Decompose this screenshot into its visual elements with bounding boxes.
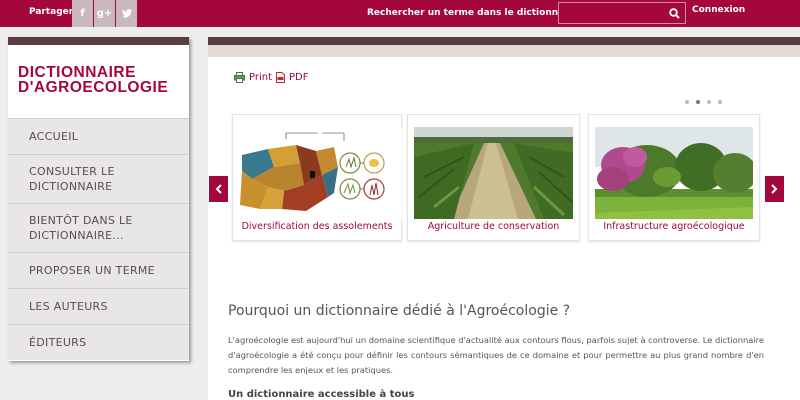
pdf-link[interactable]: PDF bbox=[276, 72, 308, 83]
chevron-right-icon bbox=[771, 184, 778, 194]
menu-item-bientot[interactable]: BIENTÔT DANS LE DICTIONNAIRE... bbox=[8, 203, 189, 252]
sidebar-top-band bbox=[8, 37, 189, 45]
twitter-share-button[interactable] bbox=[116, 0, 137, 27]
google-plus-icon: g+ bbox=[96, 8, 113, 19]
main-menu: ACCUEIL CONSULTER LE DICTIONNAIRE BIENTÔ… bbox=[8, 118, 189, 360]
share-label: Partager bbox=[29, 7, 74, 17]
search-label: Rechercher un terme dans le dictionnaire… bbox=[367, 8, 585, 18]
crop-rotation-diagram bbox=[234, 127, 402, 219]
printer-icon bbox=[234, 72, 245, 83]
site-logo[interactable]: DICTIONNAIRE D'AGROECOLOGIE bbox=[8, 45, 189, 118]
logo-line-1: DICTIONNAIRE bbox=[18, 64, 136, 81]
carousel-dot[interactable] bbox=[718, 100, 722, 104]
intro-paragraph: L'agroécologie est aujourd'hui un domain… bbox=[228, 335, 764, 375]
carousel-dot[interactable] bbox=[707, 100, 711, 104]
print-link[interactable]: Print bbox=[234, 72, 272, 83]
carousel-caption: Infrastructure agroécologique bbox=[603, 221, 745, 232]
sidebar: DICTIONNAIRE D'AGROECOLOGIE ACCUEIL CONS… bbox=[8, 37, 189, 361]
pdf-icon bbox=[276, 72, 285, 83]
carousel-card-conservation[interactable]: Agriculture de conservation bbox=[407, 114, 580, 241]
search-icon bbox=[668, 7, 680, 19]
logo-line-2: D'AGROECOLOGIE bbox=[18, 79, 169, 96]
main-header-band bbox=[208, 45, 800, 57]
carousel-dot[interactable] bbox=[685, 100, 689, 104]
menu-item-editeurs[interactable]: ÉDITEURS bbox=[8, 324, 189, 360]
google-plus-share-button[interactable]: g+ bbox=[94, 0, 115, 27]
top-bar: Partager f g+ Rechercher un terme dans l… bbox=[0, 0, 800, 27]
carousel-caption: Agriculture de conservation bbox=[427, 221, 560, 232]
carousel-card-diversification[interactable]: Diversification des assolements bbox=[232, 114, 402, 241]
carousel-next-button[interactable] bbox=[765, 176, 784, 202]
main-top-band bbox=[208, 37, 800, 45]
carousel-caption: Diversification des assolements bbox=[241, 221, 393, 232]
chevron-left-icon bbox=[215, 184, 222, 194]
facebook-share-button[interactable]: f bbox=[72, 0, 93, 27]
menu-item-auteurs[interactable]: LES AUTEURS bbox=[8, 288, 189, 324]
menu-item-proposer[interactable]: PROPOSER UN TERME bbox=[8, 252, 189, 288]
carousel-prev-button[interactable] bbox=[209, 176, 228, 202]
conservation-field-photo bbox=[414, 127, 573, 219]
section-heading: Pourquoi un dictionnaire dédié à l'Agroé… bbox=[228, 303, 571, 319]
carousel-dots bbox=[685, 100, 722, 104]
menu-item-consulter[interactable]: CONSULTER LE DICTIONNAIRE bbox=[8, 154, 189, 203]
carousel-card-infrastructure[interactable]: Infrastructure agroécologique bbox=[588, 114, 760, 241]
agroecological-hedge-photo bbox=[595, 127, 753, 219]
section-subheading: Un dictionnaire accessible à tous bbox=[228, 389, 415, 400]
search-button[interactable] bbox=[664, 4, 684, 22]
carousel-dot-active[interactable] bbox=[696, 100, 700, 104]
twitter-icon bbox=[121, 9, 132, 18]
print-label: Print bbox=[249, 72, 273, 83]
facebook-icon: f bbox=[80, 8, 85, 19]
main-content: Print PDF Diversification des assolement… bbox=[208, 37, 800, 400]
pdf-label: PDF bbox=[289, 72, 309, 83]
menu-item-accueil[interactable]: ACCUEIL bbox=[8, 118, 189, 154]
login-link[interactable]: Connexion bbox=[692, 5, 745, 15]
